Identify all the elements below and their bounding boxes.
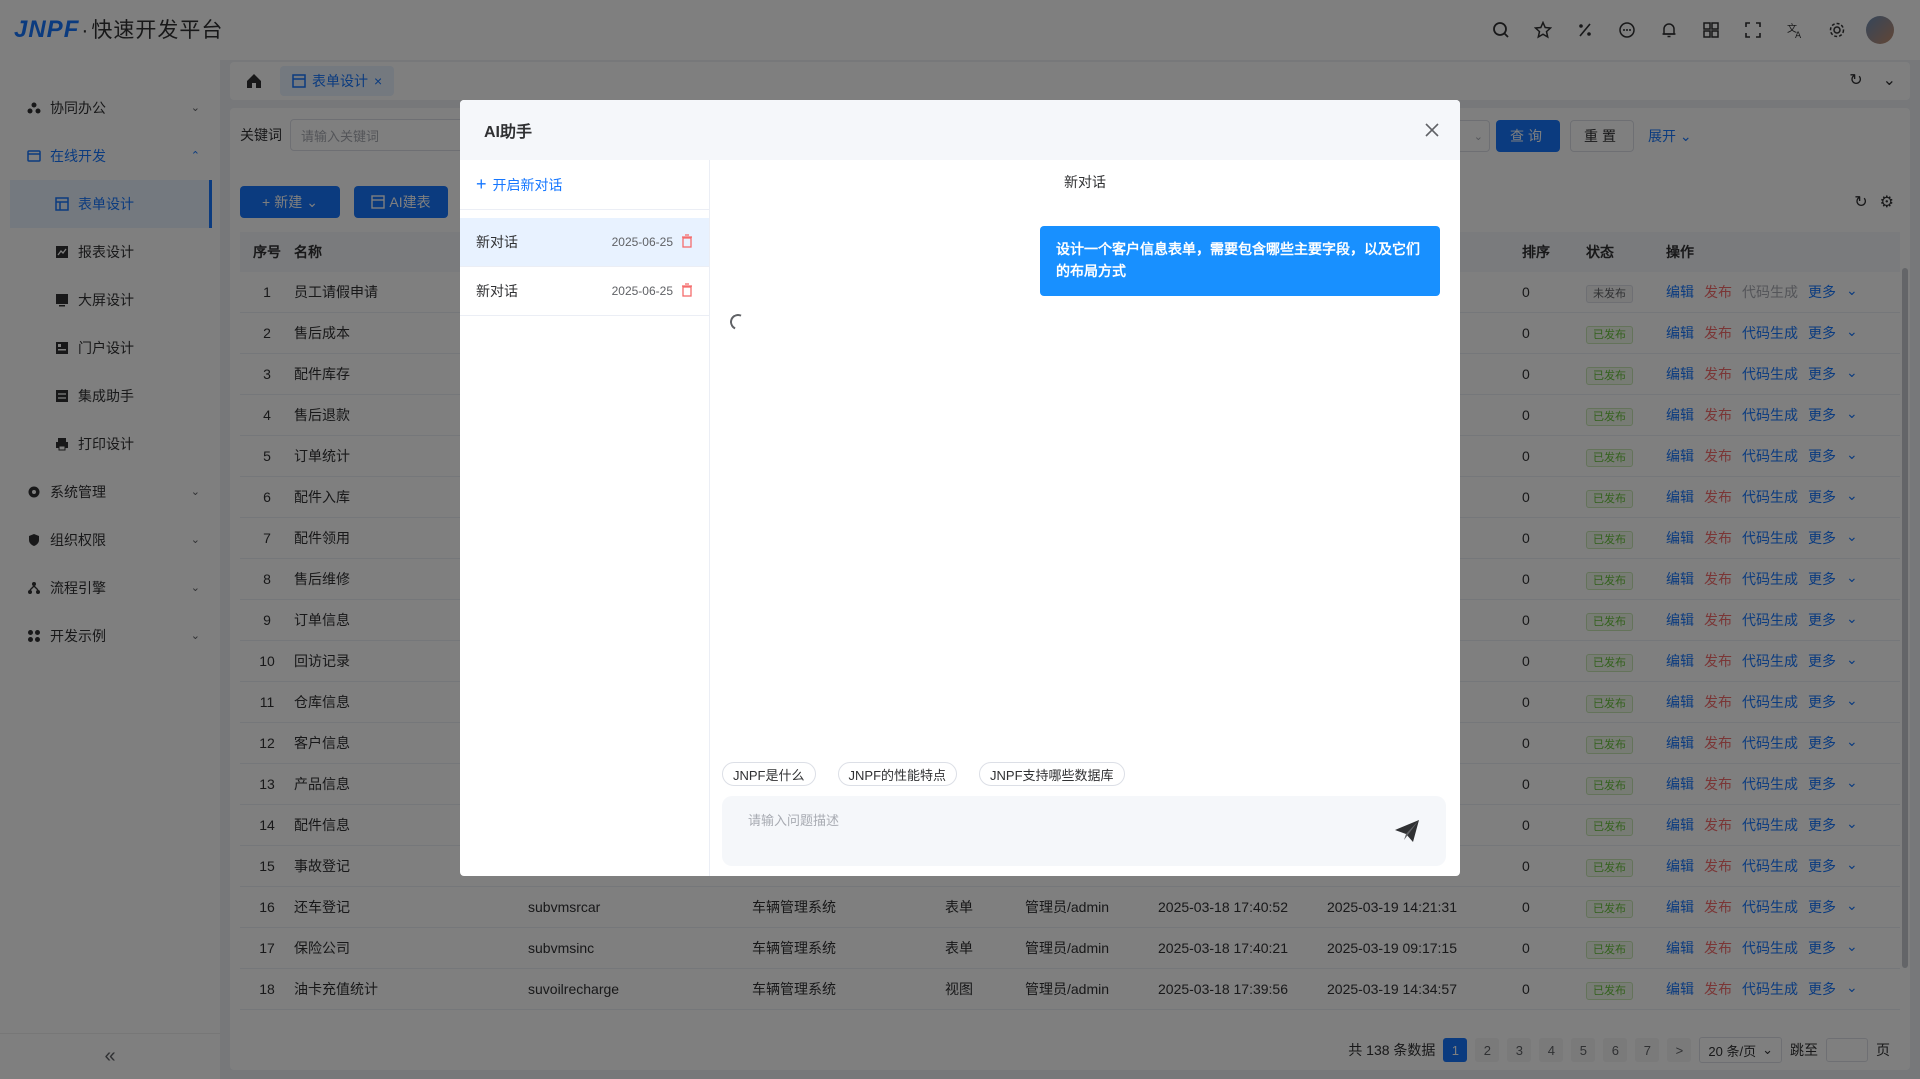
suggestion-chip[interactable]: JNPF支持哪些数据库	[979, 762, 1125, 786]
suggestion-list: JNPF是什么 JNPF的性能特点 JNPF支持哪些数据库	[722, 762, 1125, 786]
conversation-date: 2025-06-25	[612, 235, 673, 249]
conversation-item[interactable]: 新对话 2025-06-25	[460, 218, 709, 267]
close-icon[interactable]	[1420, 118, 1444, 142]
chat-panel: 新对话 设计一个客户信息表单，需要包含哪些主要字段，以及它们的布局方式 JNPF…	[710, 160, 1460, 876]
conversation-title: 新对话	[476, 232, 518, 252]
new-chat-label: 开启新对话	[493, 175, 563, 195]
suggestion-chip[interactable]: JNPF的性能特点	[838, 762, 958, 786]
conversation-item[interactable]: 新对话 2025-06-25	[460, 267, 709, 316]
dialog-header: AI助手	[460, 100, 1460, 160]
dialog-title: AI助手	[484, 118, 532, 142]
delete-icon[interactable]	[681, 283, 693, 300]
conversation-sidebar: + 开启新对话 新对话 2025-06-25 新对话 2025-06-25	[460, 160, 710, 876]
question-input[interactable]: 请输入问题描述	[722, 796, 1446, 866]
send-icon[interactable]	[1392, 816, 1422, 846]
conversation-title: 新对话	[476, 281, 518, 301]
plus-icon: +	[476, 174, 487, 195]
chat-title: 新对话	[710, 160, 1460, 204]
question-input-placeholder: 请输入问题描述	[748, 813, 839, 828]
suggestion-chip[interactable]: JNPF是什么	[722, 762, 816, 786]
user-message-bubble: 设计一个客户信息表单，需要包含哪些主要字段，以及它们的布局方式	[1040, 226, 1440, 296]
conversation-date: 2025-06-25	[612, 284, 673, 298]
loading-spinner-icon	[728, 312, 749, 333]
ai-assistant-dialog: AI助手 + 开启新对话 新对话 2025-06-25 新对话 2025-06-…	[460, 100, 1460, 876]
new-chat-button[interactable]: + 开启新对话	[460, 160, 709, 210]
delete-icon[interactable]	[681, 234, 693, 251]
